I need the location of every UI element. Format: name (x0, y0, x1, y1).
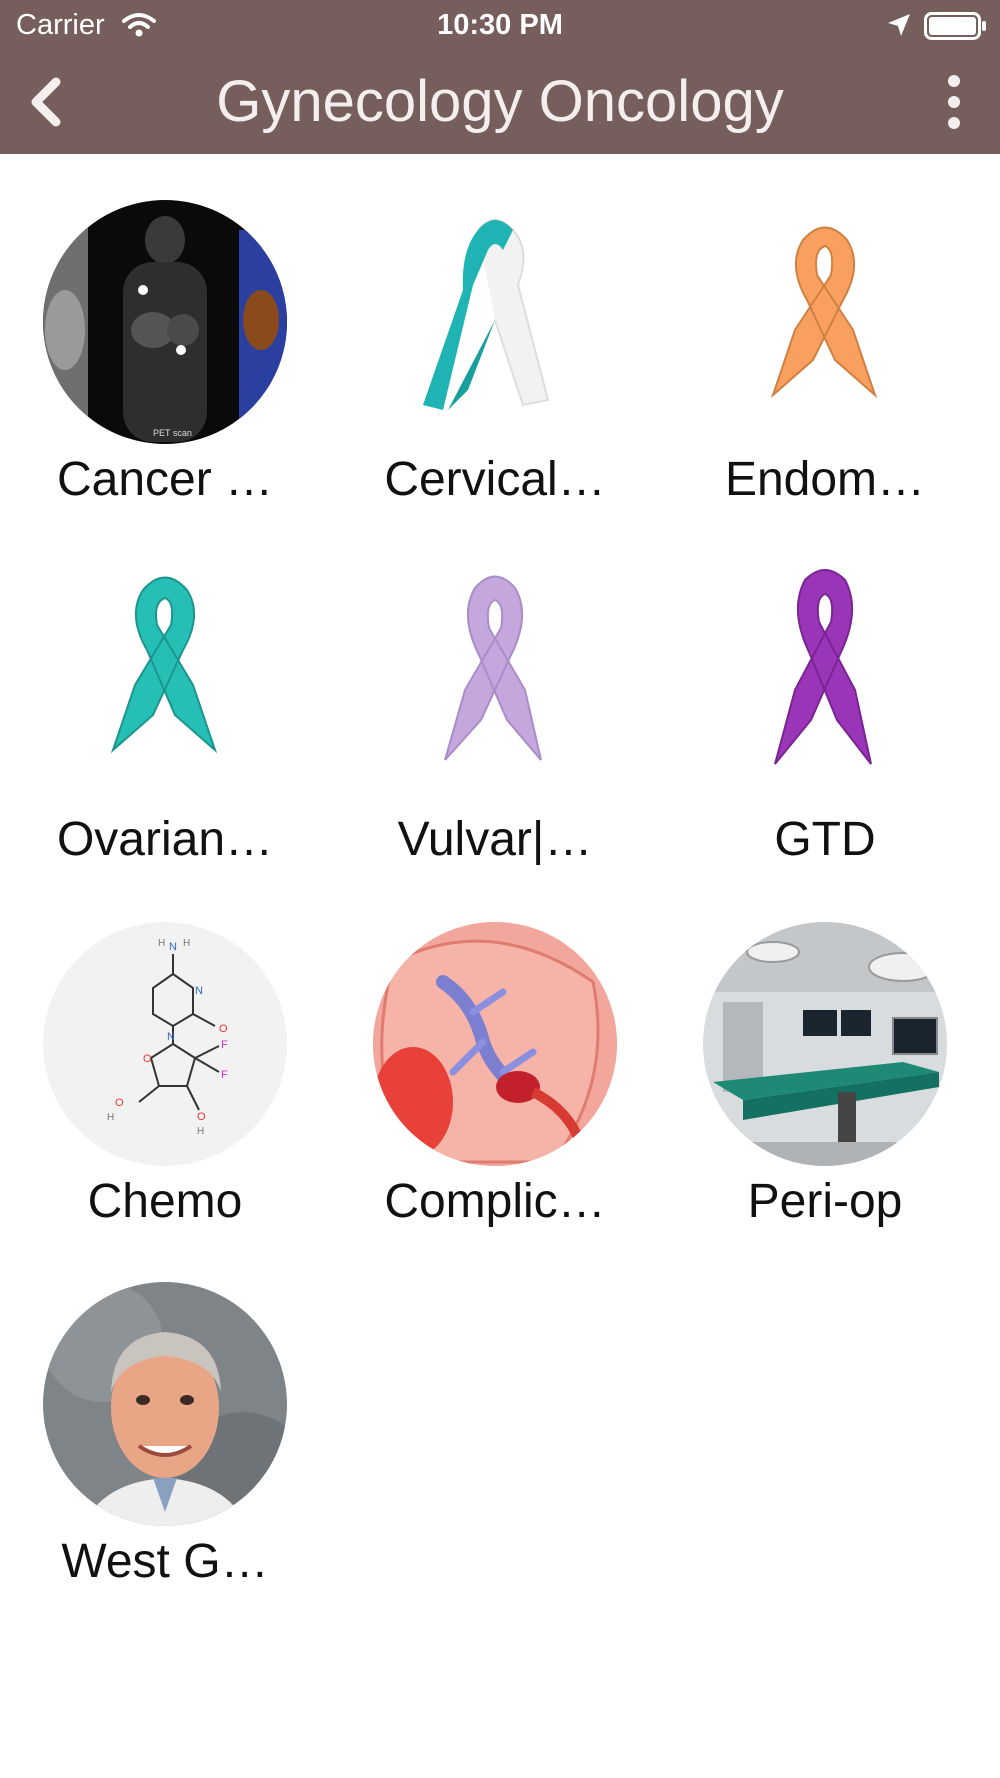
grid-item-gtd[interactable]: GTD (660, 514, 990, 866)
svg-text:N: N (167, 1031, 175, 1043)
more-vertical-icon[interactable] (934, 72, 974, 132)
category-grid: PET scan Cancer … Cervical… Endom… Ovari… (0, 154, 1000, 1778)
gemcitabine-molecule: N H H N O N O F F O H O H (43, 922, 287, 1166)
item-label: Endom… (724, 453, 926, 506)
grid-item-peri-op[interactable]: Peri-op (660, 876, 990, 1228)
grid-item-ovarian[interactable]: Ovarian… (0, 514, 330, 866)
svg-text:F: F (221, 1069, 228, 1081)
grid-item-vulvar[interactable]: Vulvar|… (330, 514, 660, 866)
grid-item-cervical[interactable]: Cervical… (330, 154, 660, 506)
svg-text:PET scan: PET scan (153, 428, 192, 438)
svg-text:H: H (183, 938, 190, 949)
item-label: Vulvar|… (397, 813, 593, 866)
battery-icon (924, 12, 986, 40)
back-button-chevron-left-icon[interactable] (24, 76, 68, 128)
svg-text:H: H (158, 938, 165, 949)
grid-item-cancer[interactable]: PET scan Cancer … (0, 154, 330, 506)
app-header: Carrier 10:30 PM Gynecology Oncology (0, 0, 1000, 154)
svg-text:O: O (219, 1023, 228, 1035)
item-label: Cancer … (56, 453, 274, 506)
svg-text:N: N (169, 941, 177, 953)
svg-text:O: O (197, 1111, 206, 1123)
item-label: Cervical… (384, 453, 606, 506)
grid-item-endometrial[interactable]: Endom… (660, 154, 990, 506)
svg-text:F: F (221, 1039, 228, 1051)
lavender-ribbon (373, 560, 617, 804)
pet-scan-image: PET scan (43, 200, 287, 444)
grid-item-complications[interactable]: Complic… (330, 876, 660, 1228)
status-time: 10:30 PM (437, 9, 563, 41)
grid-item-west-g[interactable]: West G… (0, 1236, 330, 1588)
location-arrow-icon (888, 14, 910, 36)
doctor-portrait (43, 1282, 287, 1526)
svg-text:H: H (107, 1112, 114, 1123)
svg-text:O: O (143, 1053, 152, 1065)
peach-ribbon (703, 200, 947, 444)
item-label: Ovarian… (56, 813, 274, 866)
item-label: GTD (774, 813, 876, 866)
item-label: West G… (61, 1535, 269, 1588)
svg-text:N: N (195, 985, 203, 997)
item-label: Chemo (87, 1175, 243, 1228)
navigation-bar: Gynecology Oncology (0, 50, 1000, 154)
grid-item-chemo[interactable]: N H H N O N O F F O H O H Chemo (0, 876, 330, 1228)
item-label: Peri-op (747, 1175, 903, 1228)
svg-text:O: O (115, 1097, 124, 1109)
page-title: Gynecology Oncology (216, 69, 784, 134)
operating-room-photo (703, 922, 947, 1166)
lung-embolism-illustration (373, 922, 617, 1166)
purple-ribbon (703, 560, 947, 804)
item-label: Complic… (384, 1175, 606, 1228)
svg-text:H: H (197, 1126, 204, 1137)
teal-white-ribbon (373, 200, 617, 444)
status-bar: Carrier 10:30 PM (0, 0, 1000, 50)
teal-ribbon (43, 560, 287, 804)
